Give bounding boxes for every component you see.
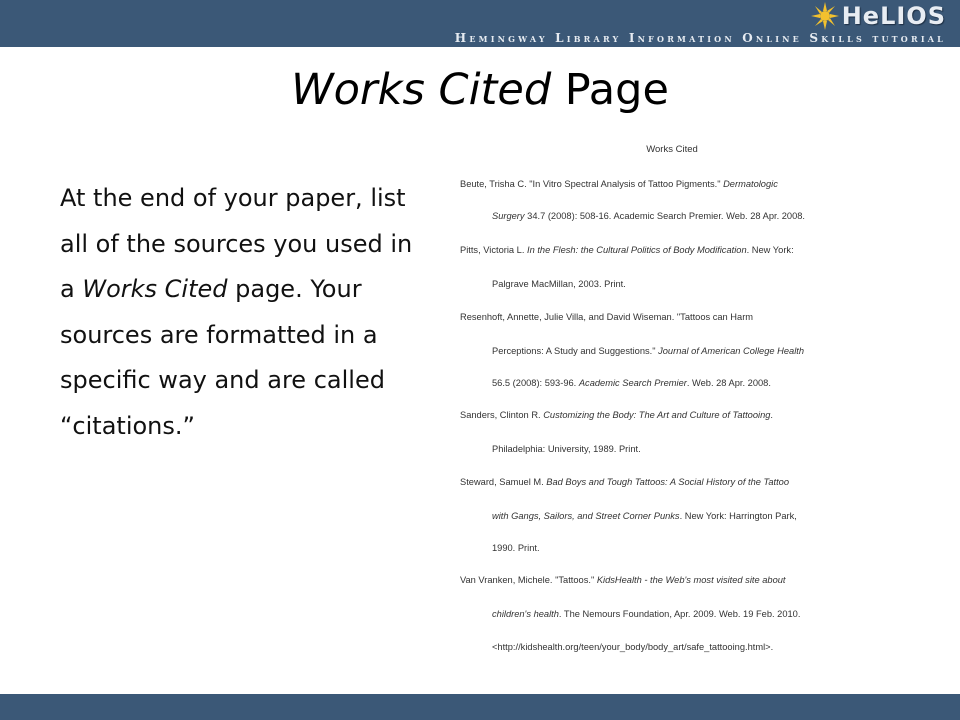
citation-line: <http://kidshealth.org/teen/your_body/bo… xyxy=(492,642,774,652)
body-text-italic: Works Cited xyxy=(82,275,228,303)
body-paragraph: At the end of your paper, list all of th… xyxy=(60,176,432,449)
title-rest: Page xyxy=(551,65,669,115)
citation-line: Beute, Trisha C. "In Vitro Spectral Anal… xyxy=(460,179,778,189)
header-subtitle: Hemingway Library Information Online Ski… xyxy=(454,31,946,45)
logo-text: HeLIOS xyxy=(841,2,946,30)
title-italic: Works Cited xyxy=(291,65,552,115)
citation-line: with Gangs, Sailors, and Street Corner P… xyxy=(492,511,797,521)
citation-line: Van Vranken, Michele. "Tattoos." KidsHea… xyxy=(460,575,786,585)
citation-line: Perceptions: A Study and Suggestions." J… xyxy=(492,346,805,356)
header-bar: HeLIOS Hemingway Library Information Onl… xyxy=(0,0,960,47)
citation-line: Resenhoft, Annette, Julie Villa, and Dav… xyxy=(460,312,754,322)
helios-logo: HeLIOS xyxy=(810,2,946,30)
citation-line: Steward, Samuel M. Bad Boys and Tough Ta… xyxy=(460,477,790,487)
works-cited-example-image: Works Cited Beute, Trisha C. "In Vitro S… xyxy=(452,134,892,664)
citation-line: Surgery 34.7 (2008): 508-16. Academic Se… xyxy=(492,211,806,221)
citation-line: Pitts, Victoria L. In the Flesh: the Cul… xyxy=(460,245,794,255)
footer-bar xyxy=(0,694,960,720)
page-title: Works Cited Page xyxy=(0,60,960,120)
citation-line: Philadelphia: University, 1989. Print. xyxy=(492,444,641,454)
sun-icon xyxy=(810,2,839,30)
citation-line: 56.5 (2008): 593-96. Academic Search Pre… xyxy=(492,378,771,388)
citation-line: 1990. Print. xyxy=(492,543,540,553)
citation-heading: Works Cited xyxy=(646,144,698,155)
citation-line: Palgrave MacMillan, 2003. Print. xyxy=(492,279,626,289)
citation-line: children's health. The Nemours Foundatio… xyxy=(492,609,801,619)
citation-line: Sanders, Clinton R. Customizing the Body… xyxy=(460,410,774,420)
